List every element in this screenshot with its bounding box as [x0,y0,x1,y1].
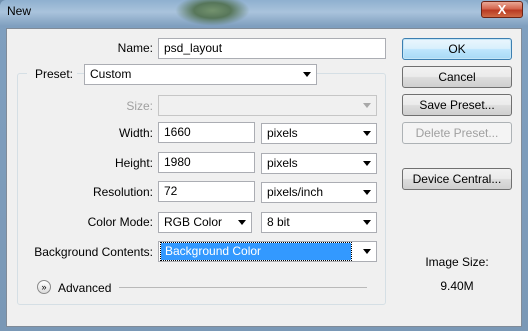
ok-button[interactable]: OK [402,38,512,60]
width-unit-value: pixels [267,126,298,140]
close-button[interactable]: X [481,1,523,18]
size-label: Size: [126,99,153,113]
width-unit-select[interactable]: pixels [261,123,377,144]
triangle-down-icon [363,131,371,136]
background-blur [175,0,250,26]
preset-value: Custom [90,67,132,81]
image-size-value: 9.40M [440,279,474,293]
height-unit-select[interactable]: pixels [261,153,377,174]
cancel-button[interactable]: Cancel [402,66,512,88]
height-input[interactable]: 1980 [158,152,255,173]
double-chevron-down-icon[interactable]: » [37,280,51,294]
name-value: psd_layout [164,41,223,55]
resolution-input[interactable]: 72 [158,181,255,202]
save-preset-button[interactable]: Save Preset... [402,94,512,116]
height-unit-value: pixels [267,156,298,170]
triangle-down-icon [363,161,371,166]
triangle-down-icon [363,190,371,195]
resolution-unit-select[interactable]: pixels/inch [261,182,377,203]
dialog-body: Name: psd_layout Preset: Custom Size: Wi… [6,28,522,327]
width-input[interactable]: 1660 [158,122,255,143]
triangle-down-icon [238,220,246,225]
delete-preset-button[interactable]: Delete Preset... [402,122,512,144]
background-contents-value: Background Color [160,242,352,261]
background-contents-label: Background Contents: [34,245,153,259]
new-document-dialog: New X Name: psd_layout Preset: Custom Si… [0,0,528,331]
triangle-down-icon [363,103,371,108]
triangle-down-icon [303,72,311,77]
color-mode-value: RGB Color [164,215,223,229]
preset-select[interactable]: Custom [84,64,317,85]
triangle-down-icon [363,249,371,254]
color-mode-select[interactable]: RGB Color [158,212,252,233]
resolution-label: Resolution: [92,185,153,199]
height-label: Height: [114,156,153,170]
width-value: 1660 [164,125,191,139]
close-icon: X [497,2,507,17]
title-bar[interactable]: New X [0,0,528,26]
resolution-value: 72 [164,184,178,198]
bit-depth-value: 8 bit [267,215,290,229]
name-input[interactable]: psd_layout [158,38,386,59]
triangle-down-icon [363,220,371,225]
preset-label: Preset: [27,67,78,81]
window-title: New [7,4,32,18]
size-select[interactable] [158,95,377,116]
device-central-button[interactable]: Device Central... [402,168,512,190]
advanced-label[interactable]: Advanced [58,281,111,295]
image-size-label: Image Size: [425,255,489,269]
advanced-divider [119,287,367,288]
color-mode-label: Color Mode: [87,215,153,229]
height-value: 1980 [164,155,191,169]
bit-depth-select[interactable]: 8 bit [261,212,377,233]
background-contents-select[interactable]: Background Color [158,241,377,262]
width-label: Width: [118,126,153,140]
name-label: Name: [117,41,153,55]
resolution-unit-value: pixels/inch [267,185,324,199]
